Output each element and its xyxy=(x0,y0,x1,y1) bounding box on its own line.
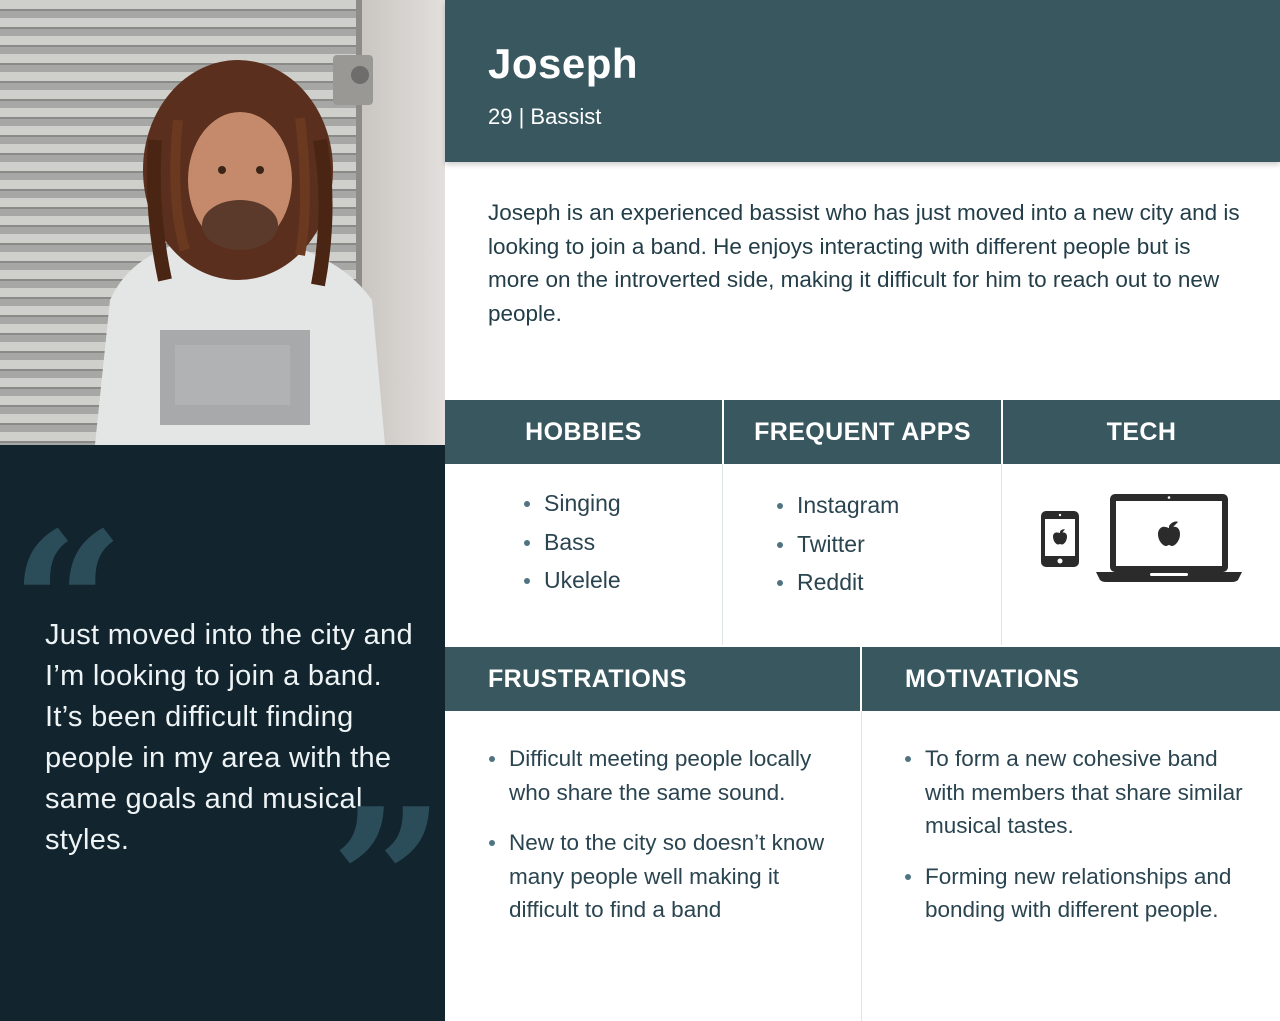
list-item: Difficult meeting people locally who sha… xyxy=(489,742,834,809)
laptop-icon xyxy=(1096,494,1242,582)
list-item: Reddit xyxy=(777,563,899,602)
tech-header: TECH xyxy=(1003,400,1280,464)
list-item: Forming new relationships and bonding wi… xyxy=(905,860,1260,927)
column-divider xyxy=(722,464,723,645)
frustrations-header: FRUSTRATIONS xyxy=(445,647,860,711)
list-item: Bass xyxy=(524,523,621,562)
frequent-apps-header: FREQUENT APPS xyxy=(724,400,1001,464)
persona-bio: Joseph is an experienced bassist who has… xyxy=(488,200,1240,326)
tech-devices xyxy=(1038,490,1248,585)
list-item: Singing xyxy=(524,484,621,523)
list-item: To form a new cohesive band with members… xyxy=(905,742,1260,843)
list-item: Ukelele xyxy=(524,561,621,600)
persona-subtitle: 29 | Bassist xyxy=(488,104,602,129)
persona-photo xyxy=(0,0,445,445)
frequent-apps-list: Instagram Twitter Reddit xyxy=(777,486,899,602)
hobbies-list: Singing Bass Ukelele xyxy=(524,484,621,600)
smartphone-icon xyxy=(1041,511,1079,567)
quote-panel: “ Just moved into the city and I’m looki… xyxy=(0,445,445,1021)
persona-name: Joseph xyxy=(488,40,639,87)
list-item: Twitter xyxy=(777,525,899,564)
column-divider xyxy=(861,711,862,1021)
list-item: New to the city so doesn’t know many peo… xyxy=(489,826,834,927)
close-quote-icon: ” xyxy=(330,765,445,1000)
frustrations-list: Difficult meeting people locally who sha… xyxy=(489,742,834,944)
motivations-header: MOTIVATIONS xyxy=(862,647,1280,711)
list-item: Instagram xyxy=(777,486,899,525)
column-divider xyxy=(1001,464,1002,645)
hobbies-header: HOBBIES xyxy=(445,400,722,464)
persona-header: Joseph 29 | Bassist xyxy=(445,0,1280,162)
motivations-list: To form a new cohesive band with members… xyxy=(905,742,1260,944)
